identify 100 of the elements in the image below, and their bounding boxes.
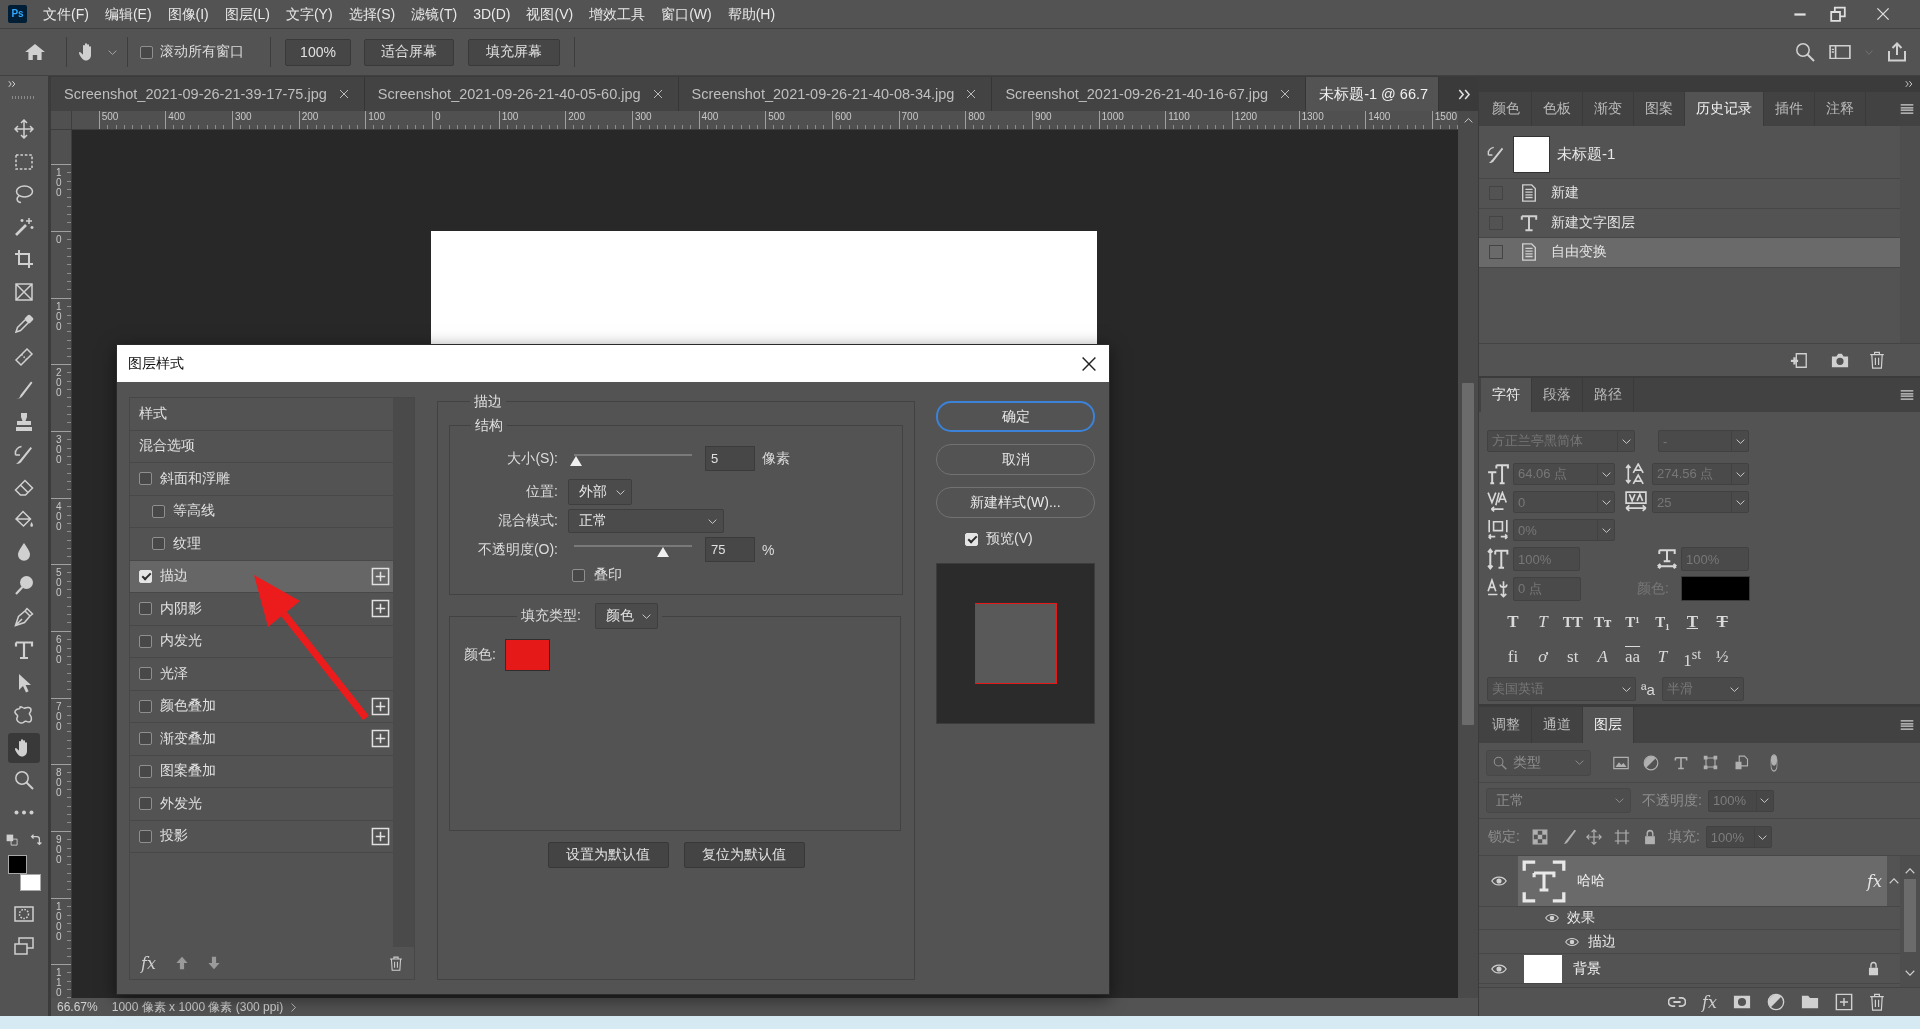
four-way-arrow-icon[interactable] [1585,829,1602,845]
trash-icon[interactable] [1869,993,1885,1011]
image-icon[interactable] [1613,754,1629,771]
slider-thumb[interactable] [656,546,669,557]
up-arrow-icon[interactable] [174,956,189,970]
panel-menu-icon[interactable] [1900,103,1914,115]
style-list-item[interactable]: 描边 [130,560,393,593]
caret-up-icon[interactable] [1905,868,1915,874]
effect-checkbox[interactable] [139,667,152,681]
chevron-right-icon[interactable] [291,1002,297,1012]
reset-default-button[interactable]: 复位为默认值 [683,842,805,868]
slider-thumb[interactable] [570,455,583,466]
menu-item[interactable]: 图像(I) [159,0,217,28]
style-list-item[interactable]: 颜色叠加 [130,690,393,723]
menu-item[interactable]: 视图(V) [518,0,582,28]
menu-item[interactable]: 3D(D) [465,0,519,28]
effect-checkbox[interactable] [152,537,165,551]
effect-row[interactable]: 描边 [1479,930,1900,954]
effect-checkbox[interactable] [139,732,152,746]
background-swatch[interactable] [20,873,41,891]
swap-arrows-icon[interactable] [29,833,42,847]
default-colors-icon[interactable] [6,834,18,847]
collapse-chevrons-icon[interactable] [8,80,16,88]
add-effect-button[interactable]: fx [1702,992,1717,1012]
collapse-chevrons-icon[interactable] [1905,80,1913,88]
style-list-item[interactable]: 投影 [130,820,393,853]
workspace-icon[interactable] [1829,43,1851,61]
plus-box-icon[interactable] [371,729,390,749]
preview-checkbox[interactable] [965,532,978,546]
toggle-switch-icon[interactable] [1769,753,1779,772]
style-list-item[interactable]: 纹理 [130,528,393,561]
mask-icon[interactable] [1733,993,1751,1011]
panel-tab[interactable]: 渐变 [1583,92,1634,126]
expand-caret-icon[interactable] [1888,878,1899,884]
effect-checkbox[interactable] [139,634,152,648]
effect-checkbox[interactable] [139,699,152,713]
effects-button[interactable]: fx [141,953,156,973]
effect-checkbox[interactable] [139,797,152,811]
quick-mask-icon[interactable] [14,903,34,924]
history-snapshot[interactable]: 未标题-1 [1479,131,1900,179]
panel-tab[interactable]: 历史记录 [1685,92,1764,126]
opacity-input[interactable]: 75 [705,537,755,562]
plus-box-icon[interactable] [371,599,390,619]
lock-icon[interactable] [1642,829,1657,845]
menu-item[interactable]: 选择(S) [340,0,404,28]
half-circle-icon[interactable] [1767,993,1785,1011]
ok-button[interactable]: 确定 [936,401,1095,432]
position-dropdown[interactable]: 外部 [568,479,632,505]
document-tab[interactable]: Screenshot_2021-09-26-21-40-16-67.jpg [992,77,1307,111]
plus-box-icon[interactable] [371,696,390,716]
effect-row[interactable]: 效果 [1479,907,1900,930]
scrollbar-thumb[interactable] [1904,879,1916,952]
restore-icon[interactable] [1830,6,1846,22]
menu-item[interactable]: 文字(Y) [277,0,341,28]
share-icon[interactable] [1887,42,1907,62]
square-frame-icon[interactable] [1703,755,1718,770]
trash-icon[interactable] [389,955,403,971]
home-icon[interactable] [24,42,46,62]
document-tab[interactable]: Screenshot_2021-09-26-21-40-05-60.jpg [364,77,679,111]
panel-tab[interactable]: 调整 [1481,707,1532,743]
style-list-item[interactable]: 斜面和浮雕 [130,463,393,496]
plus-box-icon[interactable] [371,566,390,586]
trash-icon[interactable] [1869,351,1885,369]
grip-handle[interactable] [12,96,36,99]
down-arrow-icon[interactable] [206,956,221,970]
zoom-level-button[interactable]: 100% [285,38,351,66]
close-icon[interactable] [1081,355,1097,372]
effect-checkbox[interactable] [139,602,152,616]
caret-up-icon[interactable] [1463,118,1473,123]
size-input[interactable]: 5 [705,446,755,471]
menu-item[interactable]: 图层(L) [216,0,278,28]
menu-item[interactable]: 文件(F) [35,0,97,28]
effect-checkbox[interactable] [139,764,152,778]
document-tab[interactable]: Screenshot_2021-09-26-21-40-08-34.jpg [678,77,993,111]
more-tabs-chevrons-icon[interactable] [1458,87,1471,101]
letter-t-icon[interactable] [1674,755,1688,770]
panel-tab[interactable]: 注释 [1815,92,1866,126]
fill-screen-button[interactable]: 填充屏幕 [468,38,560,66]
panel-tab[interactable]: 色板 [1532,92,1583,126]
style-list-item[interactable]: 光泽 [130,658,393,691]
scroll-all-checkbox[interactable] [140,45,153,59]
panel-tab[interactable]: 图层 [1583,707,1634,743]
document-tab[interactable]: 未标题-1 @ 66.7 [1306,77,1440,111]
document-tab[interactable]: Screenshot_2021-09-26-21-39-17-75.jpg [51,77,365,111]
menu-item[interactable]: 窗口(W) [653,0,720,28]
scrollbar-thumb[interactable] [1462,383,1474,725]
caret-icon[interactable] [108,49,117,55]
document-stack-icon[interactable] [1734,755,1749,770]
style-list-item[interactable]: 渐变叠加 [130,723,393,756]
stacked-windows-icon[interactable] [14,935,34,956]
history-state[interactable]: 新建 [1479,179,1900,209]
effect-checkbox[interactable] [139,472,152,486]
checkerboard-icon[interactable] [1531,829,1548,845]
camera-icon[interactable] [1831,351,1849,369]
caret-down-icon[interactable] [1905,970,1915,976]
set-default-button[interactable]: 设置为默认值 [547,842,669,868]
menu-item[interactable]: 编辑(E) [96,0,160,28]
style-list-item[interactable]: 图案叠加 [130,755,393,788]
foreground-swatch[interactable] [8,854,27,874]
document-plus-icon[interactable] [1790,351,1808,369]
